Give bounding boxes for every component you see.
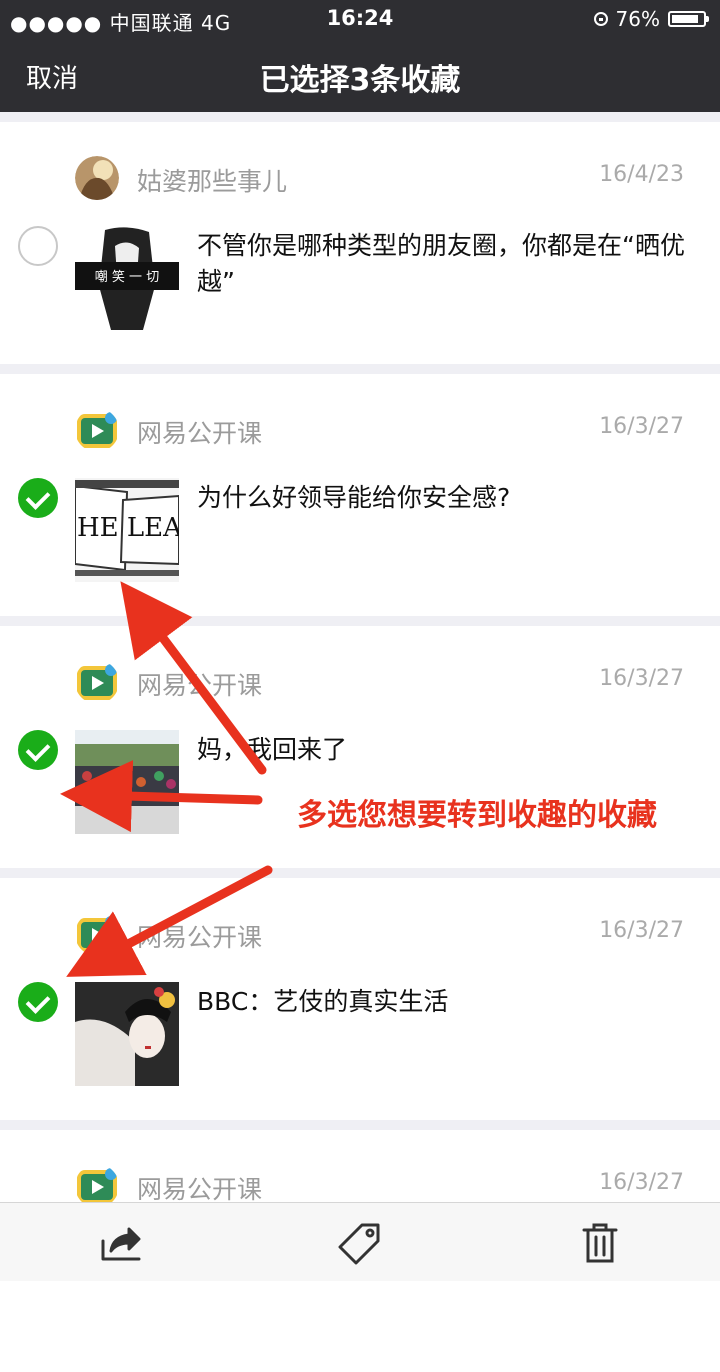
select-checkbox[interactable] (18, 226, 58, 266)
item-date: 16/3/27 (599, 666, 684, 691)
battery-icon (668, 11, 709, 27)
item-date: 16/4/23 (599, 162, 684, 187)
page-title: 已选择3条收藏 (259, 63, 461, 98)
trash-icon[interactable] (578, 1221, 622, 1265)
item-date: 16/3/27 (599, 414, 684, 439)
thumbnail-image (75, 982, 179, 1086)
source-name: 网易公开课 (137, 923, 263, 952)
favorite-card[interactable]: 姑婆那些事儿 16/4/23 嘲 笑 一 切 不管你是哪种类型的朋友圈，你都是在… (0, 122, 720, 364)
status-bar: ●●●●● 中国联通 4G 16:24 76% (0, 0, 720, 38)
favorite-card[interactable]: 网易公开课 16/3/27 BBC：艺伎的真实生活 (0, 878, 720, 1120)
thumb-caption: HE LEAD (77, 513, 179, 543)
source-name: 网易公开课 (137, 671, 263, 700)
status-right: 76% (593, 7, 709, 31)
netease-open-course-icon (75, 912, 119, 956)
battery-fill (672, 15, 698, 23)
select-checkbox[interactable] (18, 478, 58, 518)
item-date: 16/3/27 (599, 918, 684, 943)
annotation-text: 多选您想要转到收趣的收藏 (297, 798, 657, 833)
battery-percent: 76% (615, 7, 660, 31)
select-checkbox[interactable] (18, 730, 58, 770)
thumbnail-image (75, 730, 179, 834)
tag-icon[interactable] (338, 1221, 382, 1265)
bottom-toolbar (0, 1202, 720, 1281)
thumb-caption: 嘲 笑 一 切 (95, 269, 159, 285)
source-name: 网易公开课 (137, 1175, 263, 1204)
nav-bar: 取消 已选择3条收藏 (0, 38, 720, 112)
netease-open-course-icon (75, 408, 119, 452)
source-name: 姑婆那些事儿 (137, 167, 288, 196)
thumbnail-image: 嘲 笑 一 切 (75, 226, 179, 330)
item-title: 不管你是哪种类型的朋友圈，你都是在“晒优越” (197, 231, 685, 296)
item-title: 妈，我回来了 (197, 735, 348, 764)
thumbnail-image: HE LEAD (75, 478, 179, 582)
item-title: 为什么好领导能给你安全感? (197, 483, 511, 512)
favorite-card[interactable]: 网易公开课 16/3/27 HE LEAD 为什么好领导能给你安全感? (0, 374, 720, 616)
select-checkbox[interactable] (18, 982, 58, 1022)
item-title: BBC：艺伎的真实生活 (197, 987, 449, 1016)
rotation-lock-icon (593, 12, 608, 26)
share-icon[interactable] (99, 1221, 143, 1265)
source-name: 网易公开课 (137, 419, 263, 448)
netease-open-course-icon (75, 660, 119, 704)
avatar (75, 156, 119, 200)
item-date: 16/3/27 (599, 1170, 684, 1195)
